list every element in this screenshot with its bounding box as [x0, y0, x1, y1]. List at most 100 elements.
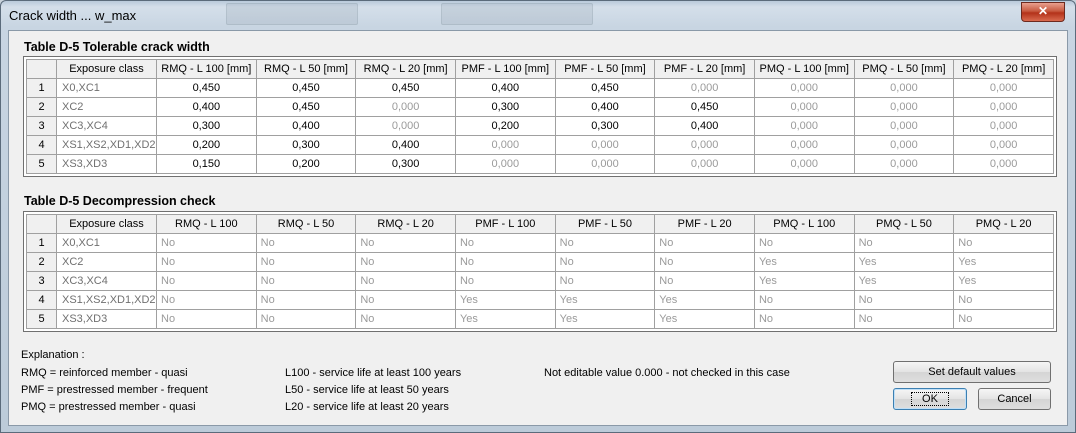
crack-width-cell[interactable]: 0,450: [654, 97, 755, 117]
crack-width-cell[interactable]: 0,450: [255, 97, 357, 117]
decompression-cell: No: [753, 290, 855, 310]
crack-width-cell[interactable]: 0,300: [355, 154, 456, 174]
crack-width-cell[interactable]: 0,300: [554, 116, 656, 136]
column-header[interactable]: PMQ - L 50: [853, 214, 955, 234]
crack-width-cell[interactable]: 0,450: [255, 78, 357, 98]
decompression-cell: No: [355, 271, 456, 291]
column-header[interactable]: PMQ - L 50 [mm]: [853, 59, 955, 79]
row-number[interactable]: 1: [26, 233, 57, 253]
decompression-cell: No: [753, 309, 855, 329]
decompression-cell: No: [156, 290, 257, 310]
column-header[interactable]: PMQ - L 20 [mm]: [953, 59, 1054, 79]
column-header[interactable]: PMF - L 50: [554, 214, 656, 234]
exposure-class-cell: XS1,XS2,XD1,XD2: [56, 135, 157, 155]
explanation-l20: L20 - service life at least 20 years: [285, 401, 449, 413]
corner-cell: [26, 59, 57, 79]
title-bar[interactable]: Crack width ... w_max ✕: [1, 1, 1075, 29]
crack-width-cell: 0,000: [953, 116, 1054, 136]
exposure-class-cell: XS1,XS2,XD1,XD2: [56, 290, 157, 310]
crack-width-cell[interactable]: 0,450: [355, 78, 456, 98]
column-header[interactable]: RMQ - L 50: [255, 214, 357, 234]
column-header[interactable]: Exposure class: [56, 59, 157, 79]
decompression-cell: Yes: [554, 290, 656, 310]
decompression-cell: No: [853, 290, 955, 310]
column-header[interactable]: PMF - L 100 [mm]: [454, 59, 556, 79]
crack-width-cell: 0,000: [753, 135, 855, 155]
cancel-button[interactable]: Cancel: [978, 388, 1051, 410]
column-header[interactable]: Exposure class: [56, 214, 157, 234]
row-number[interactable]: 5: [26, 309, 57, 329]
crack-width-cell[interactable]: 0,150: [156, 154, 257, 174]
row-number[interactable]: 4: [26, 135, 57, 155]
crack-width-cell: 0,000: [853, 116, 955, 136]
dialog-body: Table D-5 Tolerable crack width Exposure…: [8, 30, 1068, 426]
decompression-cell: No: [156, 271, 257, 291]
column-header[interactable]: PMF - L 20 [mm]: [654, 59, 755, 79]
crack-width-cell[interactable]: 0,400: [554, 97, 656, 117]
decompression-cell: No: [355, 233, 456, 253]
header-row: Exposure class RMQ - L 100 [mm] RMQ - L 50…: [26, 59, 1054, 79]
crack-width-cell[interactable]: 0,400: [355, 135, 456, 155]
column-header[interactable]: PMQ - L 100: [753, 214, 855, 234]
explanation-rmq: RMQ = reinforced member - quasi: [21, 367, 188, 379]
decompression-cell: No: [454, 271, 556, 291]
close-button[interactable]: ✕: [1021, 2, 1065, 22]
decompression-cell: Yes: [753, 271, 855, 291]
column-header[interactable]: RMQ - L 20 [mm]: [355, 59, 456, 79]
column-header[interactable]: RMQ - L 100: [156, 214, 257, 234]
crack-width-cell: 0,000: [753, 154, 855, 174]
decompression-cell: No: [654, 252, 755, 272]
crack-width-cell[interactable]: 0,200: [255, 154, 357, 174]
decompression-cell: No: [953, 290, 1054, 310]
table-row: 2 XC2 0,400 0,450 0,000 0,300 0,400 0,450 0,000 0…: [26, 97, 1054, 117]
decompression-cell: Yes: [953, 271, 1054, 291]
decompression-cell: Yes: [654, 309, 755, 329]
decompression-cell: No: [454, 252, 556, 272]
crack-width-grid: Exposure class RMQ - L 100 [mm] RMQ - L 50…: [23, 56, 1057, 177]
dialog-window: Crack width ... w_max ✕ Table D-5 Tolera…: [0, 0, 1076, 433]
decompression-cell: No: [255, 252, 357, 272]
crack-width-cell[interactable]: 0,400: [654, 116, 755, 136]
column-header[interactable]: PMQ - L 100 [mm]: [753, 59, 855, 79]
table-row: 1 X0,XC1 No No No No No No No No No: [26, 233, 1054, 253]
ok-button-label: OK: [911, 392, 949, 406]
crack-width-cell[interactable]: 0,300: [156, 116, 257, 136]
column-header[interactable]: PMF - L 100: [454, 214, 556, 234]
row-number[interactable]: 3: [26, 116, 57, 136]
column-header[interactable]: PMF - L 20: [654, 214, 755, 234]
column-header[interactable]: RMQ - L 20: [355, 214, 456, 234]
ok-button[interactable]: OK: [893, 388, 967, 410]
row-number[interactable]: 2: [26, 97, 57, 117]
column-header[interactable]: RMQ - L 100 [mm]: [156, 59, 257, 79]
row-number[interactable]: 1: [26, 78, 57, 98]
crack-width-cell[interactable]: 0,400: [255, 116, 357, 136]
crack-width-cell[interactable]: 0,200: [156, 135, 257, 155]
crack-width-cell[interactable]: 0,400: [156, 97, 257, 117]
set-default-values-button[interactable]: Set default values: [893, 361, 1051, 383]
row-number[interactable]: 2: [26, 252, 57, 272]
crack-width-cell[interactable]: 0,300: [454, 97, 556, 117]
table-row: 4 XS1,XS2,XD1,XD2 No No No Yes Yes Yes No No No: [26, 290, 1054, 310]
crack-width-cell: 0,000: [654, 78, 755, 98]
table-row: 3 XC3,XC4 0,300 0,400 0,000 0,200 0,300 0,400 0,…: [26, 116, 1054, 136]
row-number[interactable]: 4: [26, 290, 57, 310]
column-header[interactable]: PMF - L 50 [mm]: [554, 59, 656, 79]
crack-width-cell[interactable]: 0,450: [554, 78, 656, 98]
crack-width-cell: 0,000: [953, 97, 1054, 117]
row-number[interactable]: 5: [26, 154, 57, 174]
crack-width-cell[interactable]: 0,400: [454, 78, 556, 98]
decompression-cell: Yes: [953, 252, 1054, 272]
corner-cell: [26, 214, 57, 234]
decompression-cell: No: [753, 233, 855, 253]
column-header[interactable]: PMQ - L 20: [953, 214, 1054, 234]
table1-title: Table D-5 Tolerable crack width: [24, 40, 210, 54]
decompression-cell: No: [654, 271, 755, 291]
crack-width-cell: 0,000: [554, 154, 656, 174]
crack-width-cell: 0,000: [753, 97, 855, 117]
header-row: Exposure class RMQ - L 100 RMQ - L 50 RMQ -…: [26, 214, 1054, 234]
crack-width-cell[interactable]: 0,200: [454, 116, 556, 136]
column-header[interactable]: RMQ - L 50 [mm]: [255, 59, 357, 79]
row-number[interactable]: 3: [26, 271, 57, 291]
crack-width-cell[interactable]: 0,450: [156, 78, 257, 98]
crack-width-cell[interactable]: 0,300: [255, 135, 357, 155]
